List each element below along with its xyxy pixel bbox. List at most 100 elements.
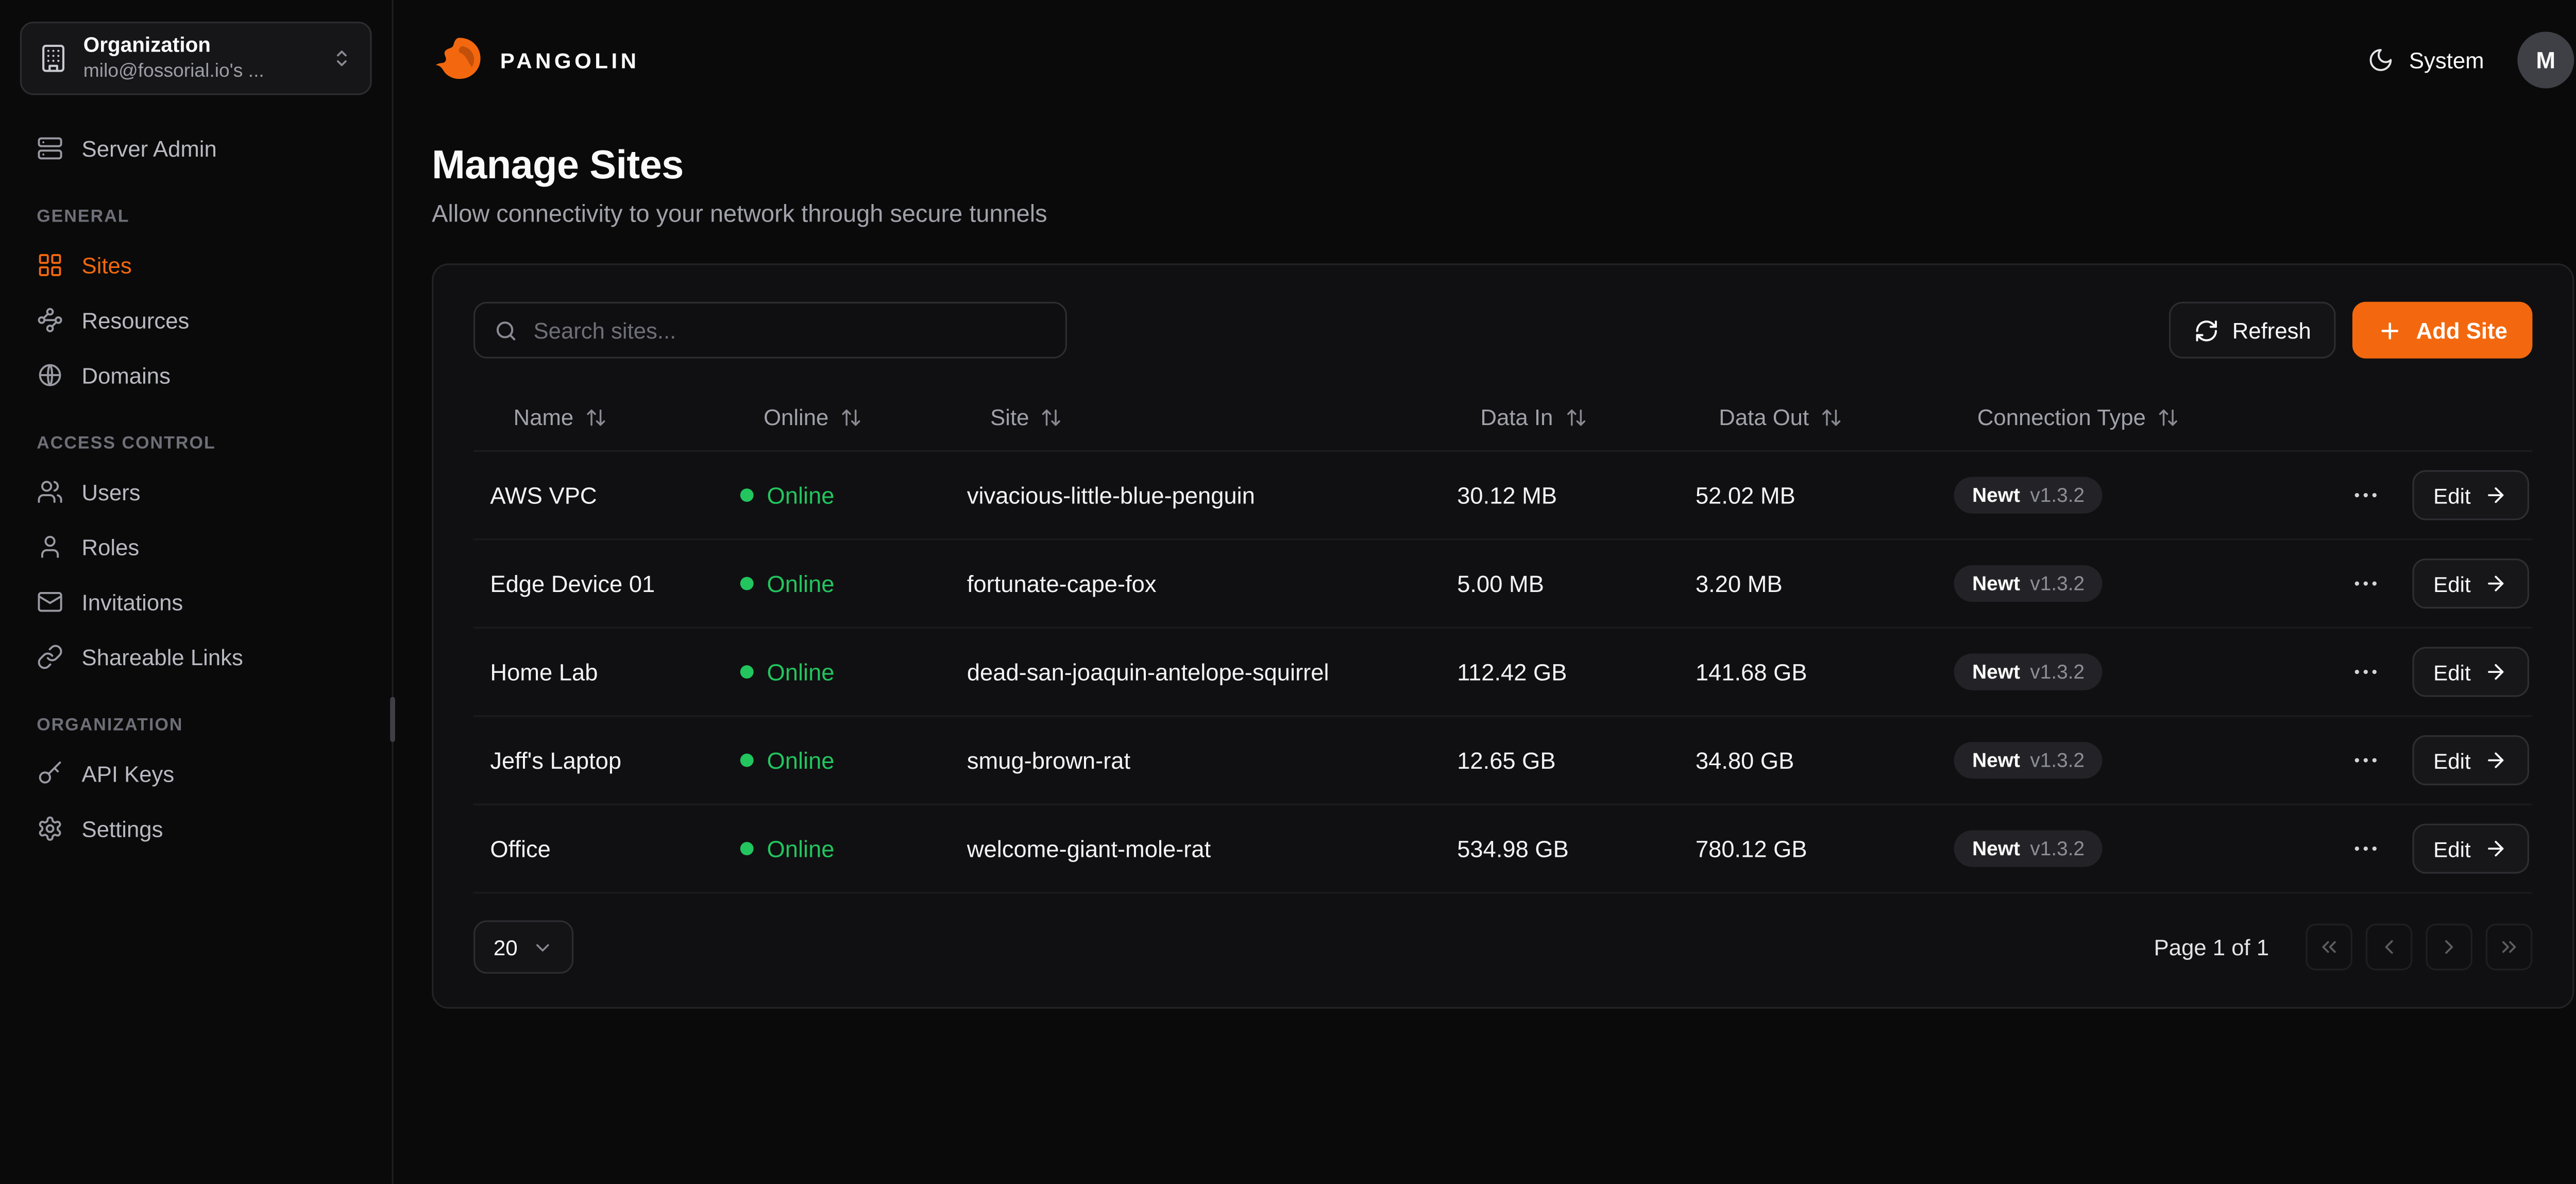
cell-data-out: 141.68 GB [1679, 658, 1938, 685]
cell-connection-type: Newtv1.3.2 [1937, 477, 2281, 513]
plus-icon [2378, 317, 2403, 343]
row-more-button[interactable] [2343, 827, 2386, 870]
sidebar-item-settings[interactable]: Settings [20, 802, 372, 855]
column-header-data-in[interactable]: Data In [1440, 405, 1679, 430]
edit-button[interactable]: Edit [2412, 735, 2529, 785]
pager: Page 1 of 1 [2154, 924, 2533, 971]
cell-data-in: 112.42 GB [1440, 658, 1679, 685]
theme-toggle[interactable]: System [2367, 47, 2484, 74]
topbar-right: System M [2367, 31, 2574, 88]
table-footer: 20 Page 1 of 1 [473, 920, 2532, 974]
row-more-button[interactable] [2343, 650, 2386, 694]
sidebar-section-access-control: ACCESS CONTROL [37, 433, 355, 453]
online-status-dot [740, 488, 754, 502]
sort-icon [840, 407, 862, 429]
online-status-dot [740, 842, 754, 855]
cell-online: Online [723, 747, 950, 774]
connection-type-badge: Newtv1.3.2 [1954, 742, 2103, 779]
sidebar-item-shareable-links[interactable]: Shareable Links [20, 630, 372, 684]
table-row[interactable]: Edge Device 01 Online fortunate-cape-fox… [473, 540, 2532, 629]
cell-connection-type: Newtv1.3.2 [1937, 565, 2281, 602]
org-selector[interactable]: Organization milo@fossorial.io's ... [20, 22, 372, 95]
column-header-site[interactable]: Site [950, 405, 1440, 430]
next-page-button[interactable] [2426, 924, 2472, 971]
sidebar-item-invitations[interactable]: Invitations [20, 575, 372, 629]
sidebar-item-domains[interactable]: Domains [20, 348, 372, 402]
first-page-button[interactable] [2306, 924, 2352, 971]
add-site-button[interactable]: Add Site [2353, 302, 2533, 359]
cell-data-out: 3.20 MB [1679, 570, 1938, 597]
page-size-select[interactable]: 20 [473, 920, 574, 974]
refresh-button[interactable]: Refresh [2169, 302, 2336, 359]
sites-toolbar: Refresh Add Site [473, 302, 2532, 359]
cell-site: fortunate-cape-fox [950, 570, 1440, 597]
page-subtitle: Allow connectivity to your network throu… [432, 202, 2574, 229]
ellipsis-icon [2350, 568, 2380, 598]
sidebar-section-general: GENERAL [37, 207, 355, 227]
cell-name: AWS VPC [473, 482, 723, 509]
sort-icon [1565, 407, 1586, 429]
table-row[interactable]: Jeff's Laptop Online smug-brown-rat 12.6… [473, 717, 2532, 805]
sidebar-scrollbar-thumb[interactable] [390, 697, 395, 742]
org-selector-subtitle: milo@fossorial.io's ... [83, 59, 315, 83]
table-header: Name Online Site Data In Data Out [473, 385, 2532, 452]
cell-data-out: 34.80 GB [1679, 747, 1938, 774]
cell-actions: Edit [2281, 824, 2533, 874]
edit-button[interactable]: Edit [2412, 559, 2529, 608]
column-header-data-out[interactable]: Data Out [1679, 405, 1938, 430]
chevrons-right-icon [2497, 935, 2520, 958]
chevron-left-icon [2377, 935, 2400, 958]
online-status-label: Online [767, 570, 835, 597]
column-header-online[interactable]: Online [723, 405, 950, 430]
sidebar-item-resources[interactable]: Resources [20, 294, 372, 347]
sidebar-item-sites[interactable]: Sites [20, 239, 372, 292]
search-box [473, 302, 1067, 359]
cell-actions: Edit [2281, 735, 2533, 785]
cell-site: welcome-giant-mole-rat [950, 835, 1440, 862]
column-header-name[interactable]: Name [473, 405, 723, 430]
key-icon [37, 760, 63, 787]
sidebar-item-api-keys[interactable]: API Keys [20, 747, 372, 801]
previous-page-button[interactable] [2366, 924, 2413, 971]
table-row[interactable]: Home Lab Online dead-san-joaquin-antelop… [473, 629, 2532, 717]
edit-button[interactable]: Edit [2412, 824, 2529, 874]
sort-icon [1821, 407, 1842, 429]
cell-name: Office [473, 835, 723, 862]
cell-name: Home Lab [473, 658, 723, 685]
cell-site: smug-brown-rat [950, 747, 1440, 774]
topbar: PANGOLIN System M [432, 0, 2574, 120]
edit-button[interactable]: Edit [2412, 647, 2529, 697]
arrow-right-icon [2484, 837, 2507, 860]
sidebar-item-roles[interactable]: Roles [20, 520, 372, 574]
search-input[interactable] [534, 317, 1047, 343]
table-row[interactable]: AWS VPC Online vivacious-little-blue-pen… [473, 452, 2532, 540]
connection-type-badge: Newtv1.3.2 [1954, 565, 2103, 602]
main-content: PANGOLIN System M Manage Sites Allow con… [394, 0, 2576, 1184]
sidebar-item-label: Server Admin [82, 136, 217, 161]
brand[interactable]: PANGOLIN [432, 33, 639, 87]
sites-card: Refresh Add Site Name Online [432, 263, 2574, 1008]
sidebar-item-server-admin[interactable]: Server Admin [20, 122, 372, 175]
sidebar-item-users[interactable]: Users [20, 465, 372, 519]
arrow-right-icon [2484, 483, 2507, 506]
user-icon [37, 534, 63, 561]
last-page-button[interactable] [2486, 924, 2533, 971]
avatar[interactable]: M [2517, 31, 2574, 88]
column-header-connection-type[interactable]: Connection Type [1937, 405, 2281, 430]
gear-icon [37, 815, 63, 842]
row-more-button[interactable] [2343, 473, 2386, 517]
cell-data-out: 780.12 GB [1679, 835, 1938, 862]
sort-icon [2158, 407, 2179, 429]
page-size-value: 20 [494, 935, 518, 960]
cell-data-in: 12.65 GB [1440, 747, 1679, 774]
sort-icon [1041, 407, 1062, 429]
chevrons-up-down-icon [330, 47, 353, 70]
cell-data-out: 52.02 MB [1679, 482, 1938, 509]
cell-site: dead-san-joaquin-antelope-squirrel [950, 658, 1440, 685]
cell-online: Online [723, 658, 950, 685]
online-status-label: Online [767, 835, 835, 862]
edit-button[interactable]: Edit [2412, 470, 2529, 520]
row-more-button[interactable] [2343, 562, 2386, 605]
row-more-button[interactable] [2343, 739, 2386, 782]
table-row[interactable]: Office Online welcome-giant-mole-rat 534… [473, 805, 2532, 894]
